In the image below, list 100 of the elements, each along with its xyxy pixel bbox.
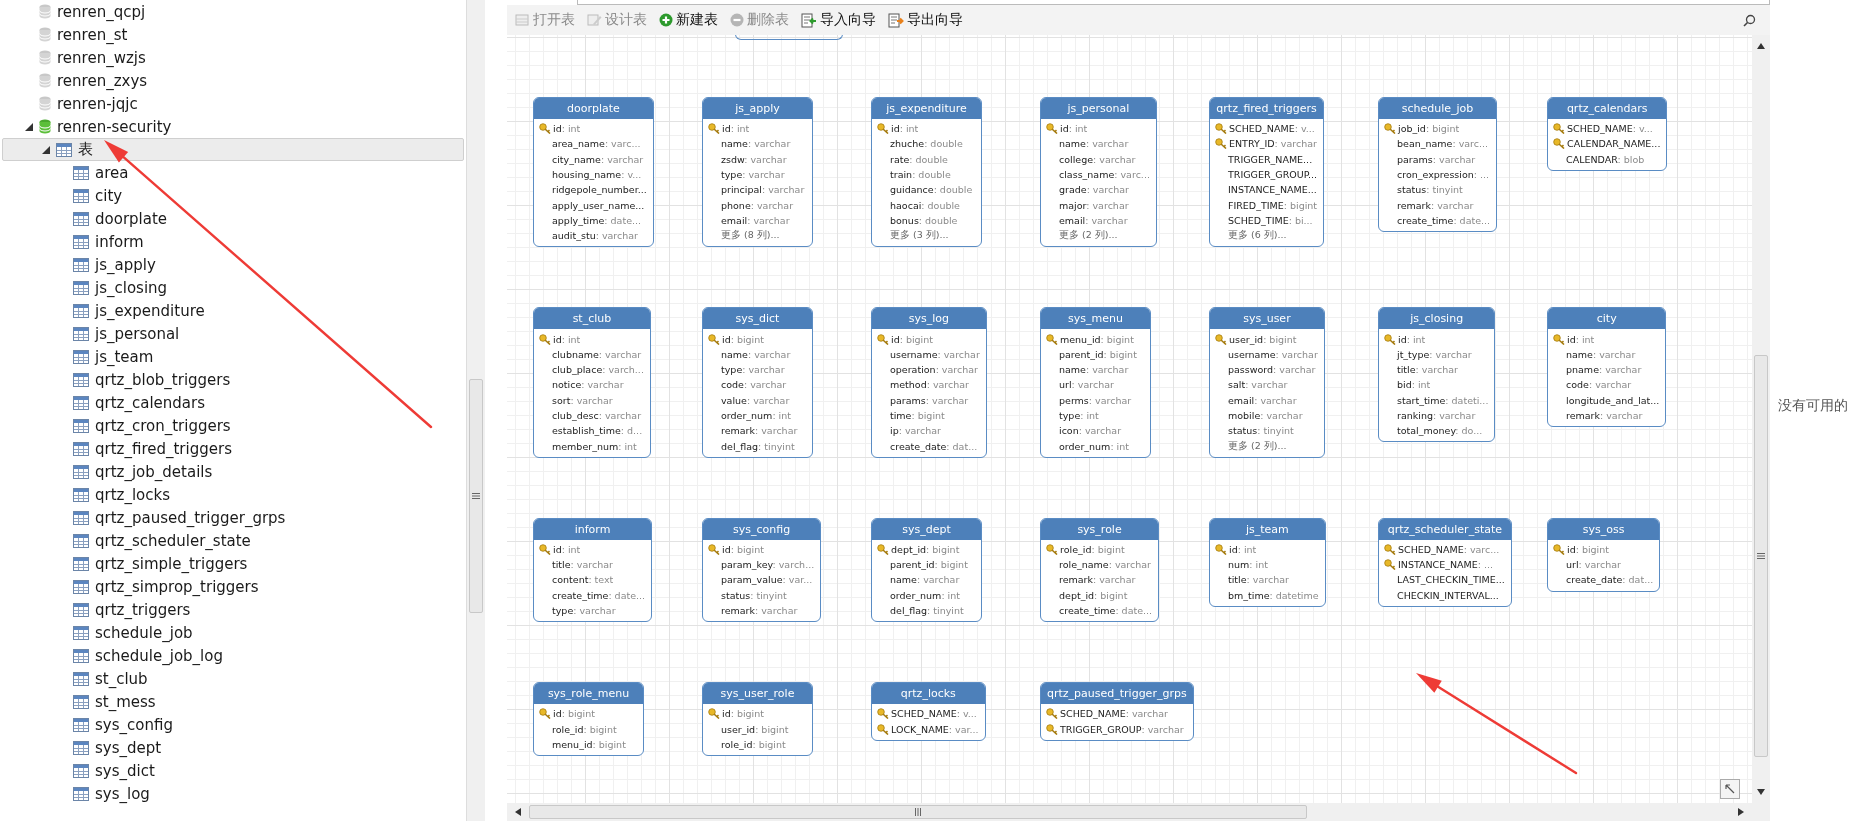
table-card-title: sys_user [1210,308,1324,330]
grip-icon [472,492,480,500]
table-card[interactable]: sys_config id: bigint param_key: varch... param_value: var... status: tinyint remark: varchar [702,517,822,623]
table-card[interactable]: sys_menu menu_id: bigint parent_id: bigint name: varchar url: varchar perms: varchar type: int icon: varchar order_num: int [1040,307,1151,458]
column-label: url: varchar [1566,559,1621,571]
scroll-up-icon[interactable] [1757,43,1765,49]
table-card[interactable]: sys_role_menu id: bigint role_id: bigint menu_id: bigint [533,682,644,757]
column-label: member_num: int [552,440,637,452]
database-icon [39,27,51,42]
tree-item[interactable]: js_team [2,345,464,368]
column-label: order_num: int [1059,440,1129,452]
column-label: create_date: dat... [890,440,978,452]
tree-item[interactable]: qrtz_simprop_triggers [2,575,464,598]
tree-item[interactable]: sys_dept [2,736,464,759]
table-card[interactable]: st_club id: int clubname: varchar club_place: varch... notice: varchar sort: varchar club_desc: varchar establish_time: d... member_num: int [533,307,651,458]
table-card[interactable]: city id: int name: varchar pname: varchar code: varchar longitude_and_lat... remark: varchar [1547,307,1667,428]
scrollbar-thumb[interactable] [529,805,1307,819]
toolbar-button[interactable]: 新建表 [657,11,720,29]
tree-item[interactable]: qrtz_simple_triggers [2,552,464,575]
tree-item[interactable]: inform [2,230,464,253]
scroll-right-icon[interactable] [1738,808,1744,816]
tree-item[interactable]: qrtz_paused_trigger_grps [2,506,464,529]
table-card[interactable]: sys_user_role id: bigint user_id: bigint role_id: bigint [702,682,813,757]
table-card[interactable]: inform id: int title: varchar content: text create_time: date... type: varchar [533,517,653,623]
tree-item[interactable]: qrtz_scheduler_state [2,529,464,552]
tree-item[interactable]: qrtz_fired_triggers [2,437,464,460]
table-card[interactable]: js_apply id: int name: varchar zsdw: varchar type: varchar principal: varchar phone: varchar email: varchar 更多 (8 列)... [702,97,813,248]
table-card[interactable]: qrtz_calendars SCHED_NAME: v... CALENDAR_NAME... CALENDAR: blob [1547,97,1668,171]
scrollbar[interactable] [466,0,485,821]
tree-item[interactable]: js_personal [2,322,464,345]
table-card[interactable]: sys_log id: bigint username: varchar operation: varchar method: varchar params: varchar time: bigint ip: varchar create_date: dat... [871,307,987,458]
column-label: bean_name: varc... [1397,138,1489,150]
table-card[interactable]: js_team id: int num: int title: varchar bm_time: datetime [1209,517,1326,607]
tree-item[interactable]: js_closing [2,276,464,299]
tree-item[interactable]: schedule_job_log [2,644,464,667]
key-icon [1046,708,1058,720]
table-card[interactable]: schedule_job job_id: bigint bean_name: varc... params: varchar cron_expression: ... status: tinyint remark: varchar create_time: date... [1378,97,1498,233]
table-card[interactable]: qrtz_paused_trigger_grps SCHED_NAME: varchar TRIGGER_GROUP: varchar [1040,682,1194,741]
tree-item[interactable]: renren_wzjs [2,46,464,69]
tree-item[interactable]: js_expenditure [2,299,464,322]
key-icon [1215,333,1227,345]
tree-item[interactable]: st_mess [2,690,464,713]
table-card[interactable]: js_expenditure id: int zhuche: double rate: double train: double guidance: double haocai: double bonus: double 更多 (3 列)... [871,97,982,248]
column-label: username: varchar [1228,348,1318,360]
tree-item[interactable]: qrtz_cron_triggers [2,414,464,437]
column-label: status: tinyint [721,589,787,601]
table-card[interactable]: sys_user user_id: bigint username: varchar password: varchar salt: varchar email: varchar mobile: varchar status: tinyint 更多 (2 列)... [1209,307,1325,458]
tree-item[interactable]: js_apply [2,253,464,276]
tree-item[interactable]: renren_zxys [2,69,464,92]
tree-item[interactable]: qrtz_blob_triggers [2,368,464,391]
tree-item[interactable]: renren_st [2,23,464,46]
tree-item[interactable]: renren-security [2,115,464,138]
tree-item[interactable]: renren_qcpj [2,0,464,23]
tree-item[interactable]: sys_config [2,713,464,736]
table-card[interactable]: qrtz_scheduler_state SCHED_NAME: varc... INSTANCE_NAME: ... LAST_CHECKIN_TIME... CHECKIN_INTERVAL... [1378,517,1512,607]
tree-item[interactable]: area [2,161,464,184]
column-label: id: bigint [553,708,595,720]
key-icon [1215,123,1227,135]
tree-item[interactable]: qrtz_calendars [2,391,464,414]
table-card[interactable]: qrtz_fired_triggers SCHED_NAME: v... ENTRY_ID: varchar TRIGGER_NAME... TRIGGER_GROUP... INSTANCE_NAME... FIRED_TIME: bigint SCHED_TIME: bi... 更多 (6 列)... [1209,97,1325,248]
tree-item[interactable]: 表 [2,138,464,161]
column-label: user_id: bigint [1229,333,1297,345]
table-card-title: js_closing [1379,308,1495,330]
tree-item[interactable]: sys_log [2,782,464,805]
collapse-icon[interactable] [42,145,50,154]
toolbar-button[interactable]: 导入向导 [799,11,878,29]
collapse-icon[interactable] [25,122,33,131]
search-button[interactable] [1743,13,1756,27]
scrollbar-thumb[interactable] [1754,355,1768,757]
table-card-title: qrtz_locks [872,683,985,705]
scroll-down-icon[interactable] [1757,789,1765,795]
tree-item[interactable]: qrtz_locks [2,483,464,506]
scrollbar-thumb[interactable] [469,379,483,613]
tree-item[interactable]: schedule_job [2,621,464,644]
tree-item[interactable]: renren-jqjc [2,92,464,115]
table-card[interactable]: js_personal id: int name: varchar college: varchar class_name: varc... grade: varchar major: varchar email: varchar 更多 (2 列)... [1040,97,1157,248]
tree-item[interactable]: city [2,184,464,207]
scrollbar[interactable] [507,803,1770,821]
input-field[interactable] [577,0,1770,5]
tree-item[interactable]: qrtz_job_details [2,460,464,483]
tree-item[interactable]: doorplate [2,207,464,230]
table-card[interactable]: sys_dict id: bigint name: varchar type: varchar code: varchar value: varchar order_num: int remark: varchar del_flag: tinyint [702,307,813,458]
table-card[interactable]: qrtz_locks SCHED_NAME: v... LOCK_NAME: var... [871,682,986,741]
tree-item[interactable]: qrtz_triggers [2,598,464,621]
table-icon [73,694,89,709]
table-card[interactable]: sys_dept dept_id: bigint parent_id: bigint name: varchar order_num: int del_flag: tinyint [871,517,982,623]
column-label: remark: varchar [721,425,798,437]
scroll-left-icon[interactable] [515,808,521,816]
column-label: zsdw: varchar [721,153,787,165]
database-icon [39,73,51,88]
toolbar-button[interactable]: 导出向导 [886,11,965,29]
fit-view-button[interactable] [1720,779,1740,799]
column-label: title: varchar [552,559,613,571]
table-card[interactable]: doorplate id: int area_name: varc... city_name: varchar housing_name: v... ridgepole_number... apply_user_name... apply_time: date... audit_stu: varchar [533,97,654,248]
table-card[interactable]: sys_oss id: bigint url: varchar create_date: dat... [1547,517,1661,592]
column-label: params: varchar [1397,153,1476,165]
tree-item[interactable]: sys_dict [2,759,464,782]
table-card[interactable]: js_closing id: int jt_type: varchar title: varchar bid: int start_time: dateti... ranking: varchar total_money: do... [1378,307,1496,443]
table-card[interactable]: sys_role role_id: bigint role_name: varchar remark: varchar dept_id: bigint create_time: date... [1040,517,1160,623]
tree-item[interactable]: st_club [2,667,464,690]
